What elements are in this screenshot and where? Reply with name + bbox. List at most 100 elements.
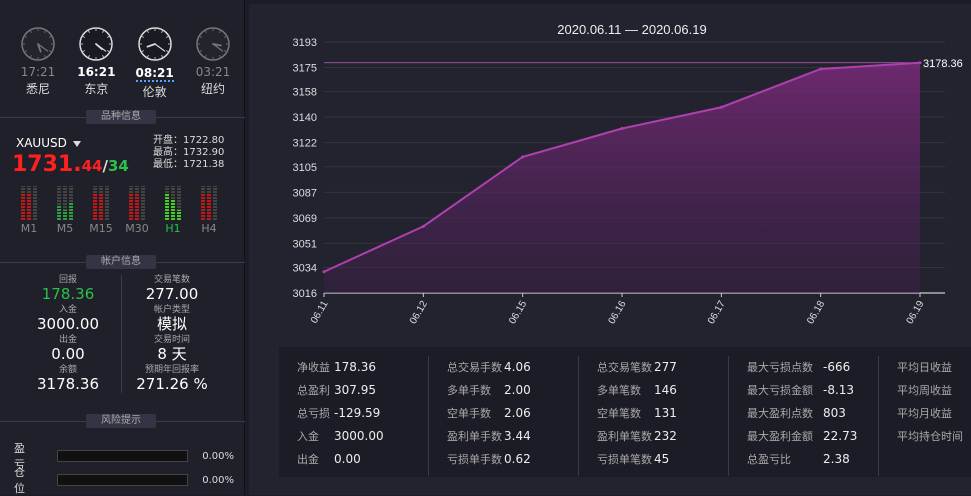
- account-type-label: 帐户类型: [153, 305, 190, 315]
- stat-label: 空单笔数: [597, 407, 641, 420]
- clock-time: 03:21: [195, 65, 231, 79]
- stat-value: -666: [823, 360, 851, 374]
- area-fill: [324, 62, 920, 293]
- stat-row: 空单手数 2.06: [429, 402, 578, 425]
- stat-value: 307.95: [334, 383, 376, 397]
- meter-fill: [171, 199, 175, 220]
- stat-value: 277: [654, 360, 677, 374]
- stat-value: 232: [654, 429, 677, 443]
- symbol-name: XAUUSD: [16, 136, 67, 150]
- bid-price-fraction: 44: [81, 157, 103, 175]
- stat-label: 盈利单手数: [447, 430, 502, 443]
- stat-value: -8.13: [823, 383, 855, 397]
- risk-position-row: 仓 位 0.00%: [14, 464, 234, 496]
- ask-price: 34: [107, 157, 129, 175]
- symbol-selector[interactable]: XAUUSD: [16, 136, 81, 150]
- stats-column-1: 总交易手数 4.06 多单手数 2.00 空单手数 2.06 盈利单手数 3.44 亏损单手数 0…: [429, 356, 579, 476]
- annual-return-label: 预期年回报率: [144, 365, 199, 375]
- clock-city: 伦敦: [142, 85, 167, 99]
- meter-bars: [194, 186, 224, 220]
- timeframe-meter-m1[interactable]: M1: [14, 186, 44, 235]
- stat-value: 131: [654, 406, 677, 420]
- section-account-info: 帐户信息: [86, 255, 156, 269]
- stats-column-3: 最大亏损点数 -666 最大亏损金额 -8.13 最大盈利点数 803 最大盈利金额 22.7…: [729, 356, 879, 476]
- section-symbol-info: 品种信息: [86, 110, 156, 124]
- stat-value: 803: [823, 406, 846, 420]
- return-label: 回报: [58, 275, 77, 285]
- stat-row: 最大亏损点数 -666: [729, 356, 878, 379]
- x-tick-label: 06.15: [507, 299, 529, 327]
- timeframe-meter-h4[interactable]: H4: [194, 186, 224, 235]
- y-tick-label: 3158: [293, 87, 317, 99]
- stat-label: 空单手数: [447, 407, 491, 420]
- stat-row: 总交易笔数 277: [579, 356, 728, 379]
- stat-label: 总交易手数: [447, 361, 502, 374]
- stat-row: 总交易手数 4.06: [429, 356, 578, 379]
- y-tick-label: 3016: [293, 288, 317, 300]
- meter-bars: [50, 186, 80, 220]
- meter-bars: [14, 186, 44, 220]
- withdraw-label: 出金: [58, 335, 77, 345]
- timeframe-meter-h1[interactable]: H1: [158, 186, 188, 235]
- meter-fill: [57, 206, 61, 220]
- x-tick-label: 06.19: [905, 299, 927, 327]
- clock-city: 纽约: [200, 82, 225, 96]
- stat-row: 入金 3000.00: [279, 425, 428, 448]
- clock-face-icon: [79, 27, 114, 61]
- meter-label: M30: [125, 222, 149, 235]
- stat-row: 最大盈利金额 22.73: [729, 425, 878, 448]
- stat-label: 最大亏损点数: [747, 361, 813, 374]
- stat-row: 总盈亏比 2.38: [729, 448, 878, 471]
- meter-bar: [93, 186, 97, 220]
- stat-value: 2.06: [504, 406, 531, 420]
- clock-city: 悉尼: [25, 82, 50, 96]
- section-risk: 风险提示: [86, 414, 156, 428]
- divider: [121, 275, 122, 393]
- stat-row: 平均持仓时间: [879, 425, 971, 448]
- meter-fill: [135, 192, 139, 220]
- stat-row: 多单笔数 146: [579, 379, 728, 402]
- stat-row: 盈利单手数 3.44: [429, 425, 578, 448]
- stat-row: 空单笔数 131: [579, 402, 728, 425]
- clock-time: 08:21: [135, 66, 174, 82]
- y-tick-label: 3069: [293, 213, 317, 225]
- stat-row: 多单手数 2.00: [429, 379, 578, 402]
- timeframe-meter-m5[interactable]: M5: [50, 186, 80, 235]
- meter-bar: [129, 186, 133, 220]
- right-panel: 2020.06.11 — 2020.06.19 3193 3175 3158 3140 3…: [249, 4, 971, 495]
- meter-bar: [57, 186, 61, 220]
- timeframe-meter-m15[interactable]: M15: [86, 186, 116, 235]
- data-point: [521, 155, 525, 159]
- annual-return-value: 271.26 %: [136, 375, 208, 393]
- clock-time: 16:21: [77, 65, 116, 79]
- chevron-down-icon: [72, 140, 81, 147]
- risk-position-percent: 0.00%: [202, 474, 234, 486]
- open-price: 开盘：1722.80: [153, 135, 225, 146]
- meter-label: H4: [201, 222, 217, 235]
- stat-row: 最大亏损金额 -8.13: [729, 379, 878, 402]
- stat-row: 最大盈利点数 803: [729, 402, 878, 425]
- world-clocks: 17:21 悉尼 16:21 东京 08:21 伦敦 03:21 纽约: [18, 26, 233, 100]
- meter-fill: [165, 192, 169, 220]
- stat-label: 总盈亏比: [747, 453, 791, 466]
- meter-bar: [201, 186, 205, 220]
- data-point: [322, 270, 326, 274]
- data-point: [620, 127, 624, 131]
- trading-time-value: 8 天: [157, 345, 187, 363]
- meter-bar: [207, 186, 211, 220]
- stat-label: 平均持仓时间: [897, 430, 963, 443]
- y-tick-label: 3175: [293, 63, 317, 75]
- left-panel: 17:21 悉尼 16:21 东京 08:21 伦敦 03:21 纽约 品种信息 XAUUSD…: [0, 0, 245, 495]
- stat-value: 2.38: [823, 452, 850, 466]
- stat-label: 净收益: [297, 361, 330, 374]
- risk-position-bar: [56, 474, 189, 486]
- stat-label: 亏损单手数: [447, 453, 502, 466]
- meter-bar: [171, 186, 175, 220]
- data-point: [918, 61, 922, 65]
- bid-price-main: 1731.: [12, 152, 82, 177]
- clock-time: 17:21: [20, 65, 56, 79]
- chart-title: 2020.06.11 — 2020.06.19: [557, 22, 706, 37]
- clock-face-icon: [196, 27, 230, 61]
- timeframe-meter-m30[interactable]: M30: [122, 186, 152, 235]
- x-tick-label: 06.18: [805, 299, 827, 327]
